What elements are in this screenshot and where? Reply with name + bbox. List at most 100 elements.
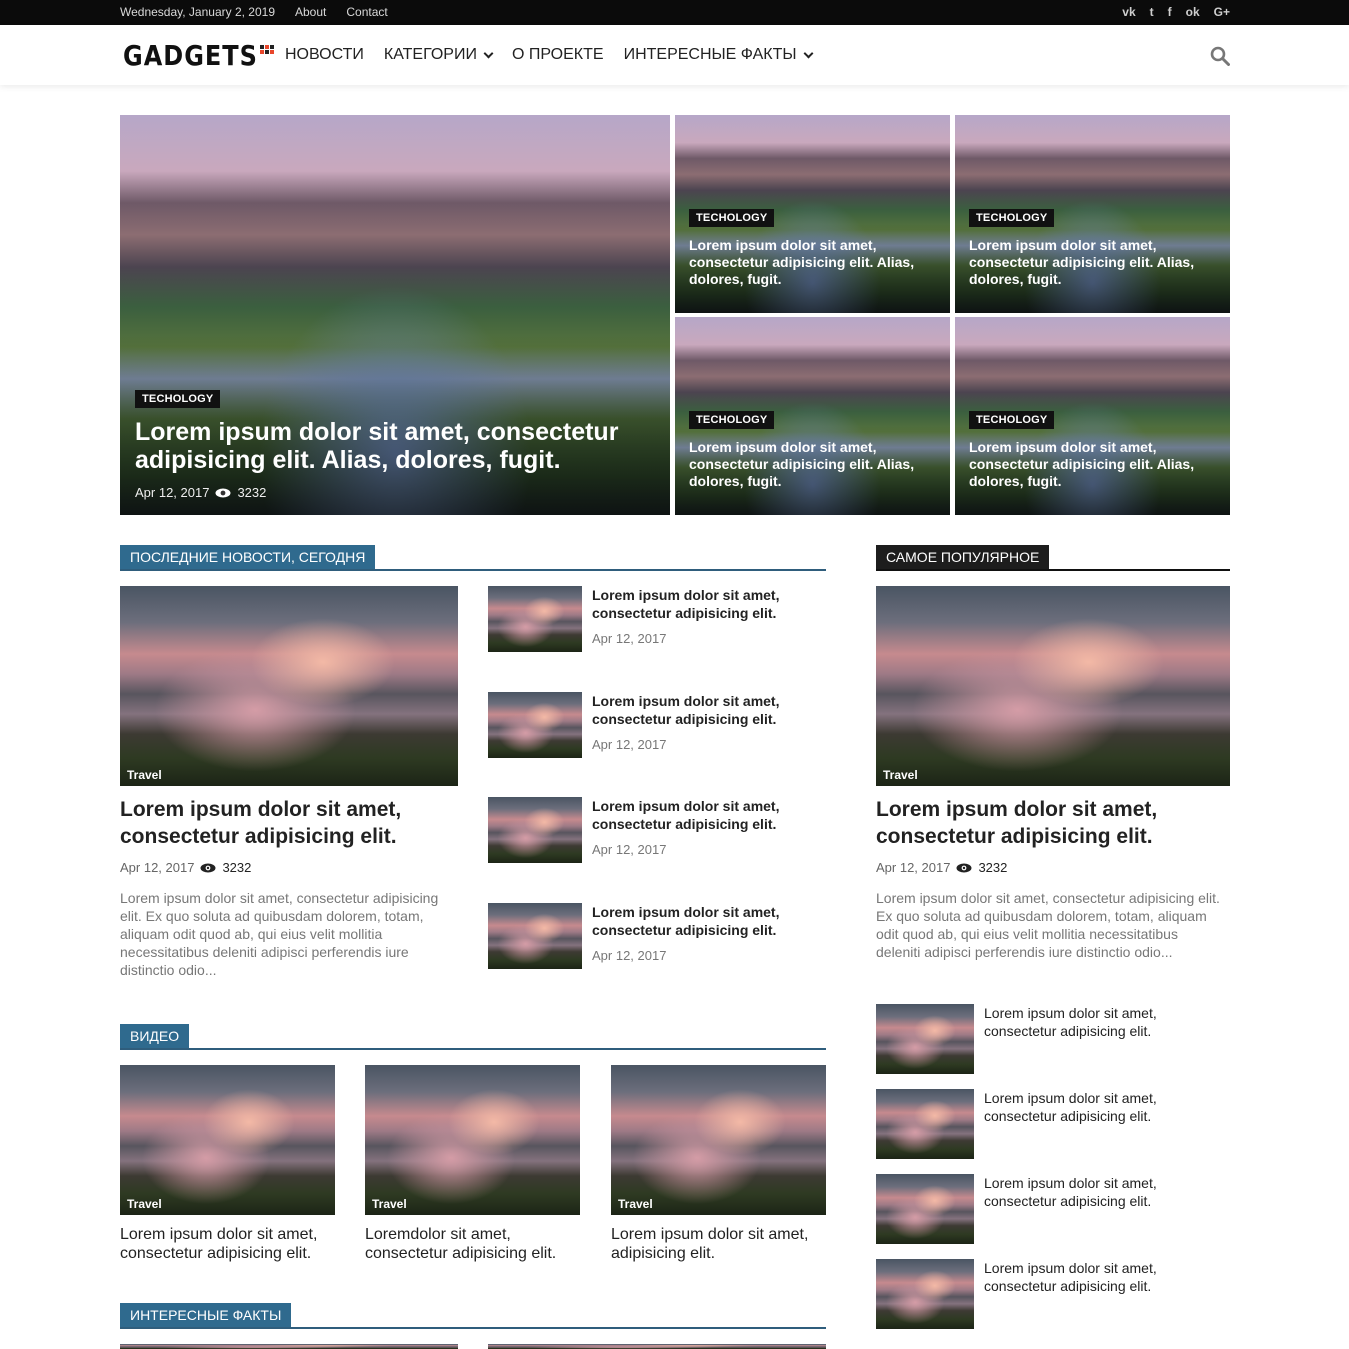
hero-tile[interactable]: TECHOLOGY Lorem ipsum dolor sit amet, co… (955, 115, 1230, 313)
article-excerpt: Lorem ipsum dolor sit amet, consectetur … (876, 890, 1220, 960)
article-date: Apr 12, 2017 (120, 860, 195, 875)
view-count: 3232 (222, 860, 252, 875)
top-bar: Wednesday, January 2, 2019 About Contact… (0, 0, 1349, 25)
eye-icon (956, 863, 972, 872)
facebook-icon[interactable]: f (1168, 4, 1172, 20)
featured-article-image[interactable]: Travel (120, 586, 458, 786)
list-item[interactable]: Lorem ipsum dolor sit amet, consectetur … (876, 1089, 1230, 1159)
article-date: Apr 12, 2017 (592, 737, 667, 752)
list-item-title[interactable]: Lorem ipsum dolor sit amet, consectetur … (592, 903, 792, 939)
article-meta: Apr 12, 2017 3232 (876, 860, 1007, 875)
main-nav: НОВОСТИ КАТЕГОРИИ О ПРОЕКТЕ ИНТЕРЕСНЫЕ Ф… (285, 46, 813, 64)
about-link[interactable]: About (295, 6, 326, 19)
view-count: 3232 (978, 860, 1008, 875)
nav-item-news[interactable]: НОВОСТИ (285, 46, 364, 64)
contact-link[interactable]: Contact (346, 6, 387, 19)
article-thumbnail[interactable] (488, 586, 582, 652)
list-item-title[interactable]: Lorem ipsum dolor sit amet, consectetur … (592, 797, 792, 833)
list-item[interactable]: Lorem ipsum dolor sit amet, consectetur … (488, 692, 826, 762)
article-thumbnail[interactable] (876, 1089, 974, 1159)
list-item[interactable]: Lorem ipsum dolor sit amet, consectetur … (876, 1004, 1230, 1074)
video-thumbnail[interactable]: Travel (120, 1065, 335, 1215)
eye-icon (215, 488, 231, 497)
category-label[interactable]: Travel (127, 1197, 162, 1211)
vk-icon[interactable]: vk (1122, 4, 1135, 20)
list-item[interactable]: Lorem ipsum dolor sit amet, consectetur … (876, 1259, 1230, 1329)
facts-article-image[interactable] (488, 1344, 826, 1349)
tile-title[interactable]: Lorem ipsum dolor sit amet, consectetur … (969, 439, 1219, 490)
category-badge[interactable]: TECHOLOGY (689, 411, 775, 429)
hero-main-article[interactable]: TECHOLOGY Lorem ipsum dolor sit amet, co… (120, 115, 670, 515)
article-date: Apr 12, 2017 (876, 860, 951, 875)
list-item[interactable]: Lorem ipsum dolor sit amet, consectetur … (488, 903, 826, 973)
hero-tile[interactable]: TECHOLOGY Lorem ipsum dolor sit amet, co… (955, 317, 1230, 515)
video-item[interactable]: Travel Loremdolor sit amet, consectetur … (365, 1065, 580, 1265)
article-thumbnail[interactable] (876, 1259, 974, 1329)
video-title[interactable]: Loremdolor sit amet, consectetur adipisi… (365, 1225, 580, 1263)
article-date: Apr 12, 2017 (592, 948, 667, 963)
category-label[interactable]: Travel (618, 1197, 653, 1211)
site-logo[interactable]: GADGETS (123, 36, 274, 76)
list-item-title[interactable]: Lorem ipsum dolor sit amet, consectetur … (592, 586, 792, 622)
article-thumbnail[interactable] (488, 692, 582, 758)
chevron-down-icon (483, 48, 494, 58)
video-thumbnail[interactable]: Travel (611, 1065, 826, 1215)
list-item-title[interactable]: Lorem ipsum dolor sit amet, consectetur … (984, 1259, 1214, 1295)
article-date: Apr 12, 2017 (592, 631, 667, 646)
facts-article-image[interactable] (120, 1344, 458, 1349)
list-item-title[interactable]: Lorem ipsum dolor sit amet, consectetur … (984, 1004, 1214, 1040)
nav-item-facts[interactable]: ИНТЕРЕСНЫЕ ФАКТЫ (624, 46, 813, 64)
section-heading-popular: САМОЕ ПОПУЛЯРНОЕ (876, 545, 1230, 571)
popular-featured-image[interactable]: Travel (876, 586, 1230, 786)
current-date: Wednesday, January 2, 2019 (120, 5, 275, 19)
popular-featured-title[interactable]: Lorem ipsum dolor sit amet, consectetur … (876, 796, 1230, 850)
video-title[interactable]: Lorem ipsum dolor sit amet, consectetur … (120, 1225, 335, 1263)
list-item[interactable]: Lorem ipsum dolor sit amet, consectetur … (488, 586, 826, 656)
article-thumbnail[interactable] (488, 903, 582, 969)
eye-icon (200, 863, 216, 872)
list-item-title[interactable]: Lorem ipsum dolor sit amet, consectetur … (984, 1089, 1214, 1125)
section-heading-facts: ИНТЕРЕСНЫЕ ФАКТЫ (120, 1303, 826, 1329)
article-date: Apr 12, 2017 (592, 842, 667, 857)
article-thumbnail[interactable] (488, 797, 582, 863)
category-badge[interactable]: TECHOLOGY (135, 390, 221, 408)
tile-title[interactable]: Lorem ipsum dolor sit amet, consectetur … (969, 237, 1219, 288)
tile-title[interactable]: Lorem ipsum dolor sit amet, consectetur … (689, 237, 939, 288)
nav-item-about[interactable]: О ПРОЕКТЕ (512, 46, 604, 64)
article-thumbnail[interactable] (876, 1174, 974, 1244)
social-links: vk t f ok G+ (1122, 4, 1230, 20)
category-badge[interactable]: TECHOLOGY (689, 209, 775, 227)
odnoklassniki-icon[interactable]: ok (1186, 4, 1200, 20)
video-thumbnail[interactable]: Travel (365, 1065, 580, 1215)
list-item[interactable]: Lorem ipsum dolor sit amet, consectetur … (876, 1174, 1230, 1244)
article-meta: Apr 12, 2017 3232 (120, 860, 251, 875)
article-meta: Apr 12, 2017 3232 (135, 485, 266, 500)
list-item-title[interactable]: Lorem ipsum dolor sit amet, consectetur … (984, 1174, 1214, 1210)
category-badge[interactable]: TECHOLOGY (969, 209, 1055, 227)
category-label[interactable]: Travel (127, 768, 162, 782)
video-item[interactable]: Travel Lorem ipsum dolor sit amet, conse… (120, 1065, 335, 1265)
section-heading-video: ВИДЕО (120, 1024, 826, 1050)
twitter-icon[interactable]: t (1150, 4, 1154, 20)
google-plus-icon[interactable]: G+ (1214, 4, 1230, 20)
site-header: GADGETS НОВОСТИ КАТЕГОРИИ О ПРОЕКТЕ ИНТЕ… (0, 25, 1349, 85)
featured-article-title[interactable]: Lorem ipsum dolor sit amet, consectetur … (120, 796, 458, 850)
tile-title[interactable]: Lorem ipsum dolor sit amet, consectetur … (689, 439, 939, 490)
category-label[interactable]: Travel (883, 768, 918, 782)
video-title[interactable]: Lorem ipsum dolor sit amet, adipisicing … (611, 1225, 826, 1263)
hero-tile[interactable]: TECHOLOGY Lorem ipsum dolor sit amet, co… (675, 317, 950, 515)
category-label[interactable]: Travel (372, 1197, 407, 1211)
list-item-title[interactable]: Lorem ipsum dolor sit amet, consectetur … (592, 692, 792, 728)
nav-item-categories[interactable]: КАТЕГОРИИ (384, 46, 494, 64)
hero-tile[interactable]: TECHOLOGY Lorem ipsum dolor sit amet, co… (675, 115, 950, 313)
search-icon[interactable] (1210, 46, 1230, 66)
article-thumbnail[interactable] (876, 1004, 974, 1074)
article-date: Apr 12, 2017 (135, 485, 210, 500)
category-badge[interactable]: TECHOLOGY (969, 411, 1055, 429)
logo-mark (259, 44, 274, 54)
hero-title[interactable]: Lorem ipsum dolor sit amet, consectetur … (135, 418, 635, 474)
chevron-down-icon (803, 48, 813, 58)
section-heading-latest: ПОСЛЕДНИЕ НОВОСТИ, СЕГОДНЯ (120, 545, 826, 571)
video-item[interactable]: Travel Lorem ipsum dolor sit amet, adipi… (611, 1065, 826, 1265)
list-item[interactable]: Lorem ipsum dolor sit amet, consectetur … (488, 797, 826, 867)
